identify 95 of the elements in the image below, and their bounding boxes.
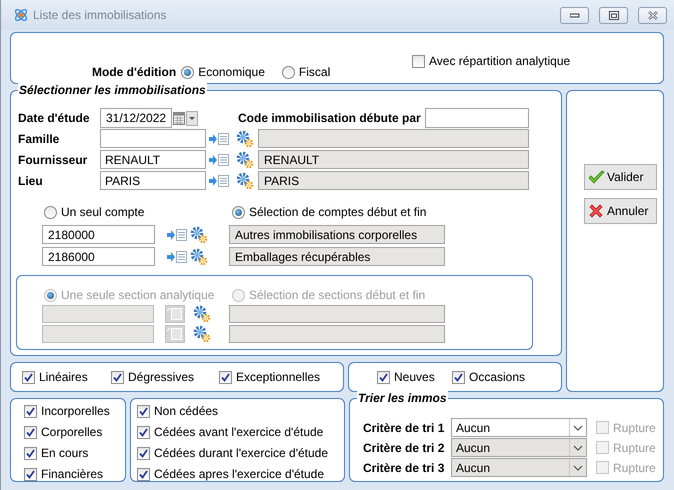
checkbox-label: Rupture: [613, 420, 656, 434]
arrow-list-icon: [208, 132, 230, 146]
field-label: Critère de tri 2: [363, 440, 446, 454]
field-label: Mode d'édition: [92, 65, 176, 79]
checkbox-label: Cédées avant l'exercice d'étude: [154, 425, 324, 439]
gear-icon: [236, 130, 254, 148]
checkbox[interactable]: [24, 426, 37, 438]
text-field[interactable]: [425, 108, 529, 128]
description-field: RENAULT: [258, 150, 529, 169]
validate-button[interactable]: Valider: [584, 164, 657, 190]
checkbox-label: Non cédées: [154, 404, 218, 418]
checkbox-label: Occasions: [469, 370, 526, 384]
group-title: Sélectionner les immobilisations: [18, 83, 207, 97]
calendar-dropdown-icon: [173, 110, 198, 126]
checkbox-label: Rupture: [613, 460, 656, 474]
date-field[interactable]: 31/12/2022: [100, 108, 172, 128]
field-label: Critère de tri 3: [363, 460, 446, 474]
radio-label: Sélection de sections début et fin: [249, 288, 426, 302]
check-icon: [587, 169, 605, 185]
text-field[interactable]: [42, 305, 154, 323]
checkbox[interactable]: [377, 370, 390, 384]
checkbox[interactable]: [219, 370, 232, 384]
maximize-button[interactable]: [599, 6, 628, 24]
checkbox[interactable]: [22, 370, 35, 384]
close-button[interactable]: [638, 6, 667, 24]
checkbox-label: Avec répartition analytique: [429, 54, 570, 68]
checkbox-label: Cédées durant l'exercice d'étude: [154, 446, 328, 460]
description-field: Autres immobilisations corporelles: [229, 225, 445, 244]
checkbox-label: Corporelles: [41, 425, 102, 439]
description-field: Emballages récupérables: [229, 247, 445, 266]
checkbox[interactable]: [24, 468, 37, 480]
checkbox[interactable]: [412, 54, 425, 68]
checkbox[interactable]: [137, 446, 150, 460]
checkbox[interactable]: [452, 370, 465, 384]
cancel-button[interactable]: Annuler: [584, 198, 657, 224]
text-field[interactable]: PARIS: [100, 171, 206, 190]
close-icon: [648, 10, 658, 20]
group-title: Trier les immos: [357, 391, 448, 405]
text-field[interactable]: [100, 129, 206, 148]
gear-icon: [236, 150, 254, 168]
field-label: Critère de tri 1: [363, 420, 446, 434]
field-label: Lieu: [18, 174, 44, 188]
text-field[interactable]: 2180000: [42, 225, 155, 244]
radio-label: Economique: [198, 65, 265, 79]
checkbox-label: Linéaires: [39, 370, 88, 384]
radio-button[interactable]: [181, 66, 194, 78]
gear-icon: [190, 248, 208, 266]
checkbox-label: En cours: [41, 446, 88, 460]
checkbox[interactable]: [111, 370, 124, 384]
text-field[interactable]: 2186000: [42, 247, 155, 266]
cross-icon: [587, 202, 605, 220]
field-label: Fournisseur: [18, 152, 88, 166]
caret-icon: [573, 464, 583, 470]
radio-button[interactable]: [232, 206, 245, 218]
text-field[interactable]: RENAULT: [100, 150, 206, 169]
checkbox-label: Financières: [41, 467, 104, 481]
radio-button[interactable]: [282, 66, 295, 78]
checkbox-label: Exceptionnelles: [236, 370, 320, 384]
arrow-list-icon: [166, 228, 188, 242]
checkbox[interactable]: [24, 404, 37, 418]
checkbox[interactable]: [137, 426, 150, 438]
gear-icon: [236, 172, 254, 190]
radio-label: Sélection de comptes début et fin: [249, 205, 426, 219]
checkbox-label: Cédées apres l'exercice d'étude: [154, 467, 324, 481]
checkbox-label: Incorporelles: [41, 404, 110, 418]
checkbox-label: Rupture: [613, 440, 656, 454]
radio-label: Un seul compte: [61, 205, 144, 219]
minimize-button[interactable]: [560, 6, 589, 24]
gear-icon: [193, 325, 211, 343]
field-label: Code immobilisation débute par: [238, 111, 422, 125]
window-title: Liste des immobilisations: [33, 8, 168, 22]
field-label: Famille: [18, 132, 60, 146]
radio-label: Fiscal: [298, 65, 330, 79]
text-field[interactable]: [42, 325, 154, 343]
dropdown[interactable]: Aucun: [451, 418, 587, 437]
gear-icon: [190, 226, 208, 244]
field-label: Date d'étude: [18, 111, 91, 125]
caret-icon: [573, 444, 583, 450]
radio-label: Une seule section analytique: [61, 288, 214, 302]
checkbox[interactable]: [24, 446, 37, 460]
checkbox-label: Dégressives: [128, 370, 194, 384]
caret-icon: [573, 424, 583, 430]
blank-button-icon: [165, 305, 185, 323]
radio-button[interactable]: [44, 206, 57, 218]
checkbox[interactable]: [137, 404, 150, 418]
checkbox[interactable]: [137, 468, 150, 480]
arrow-list-icon: [208, 152, 230, 166]
checkbox-label: Neuves: [394, 370, 435, 384]
gear-icon: [193, 305, 211, 323]
maximize-icon: [608, 10, 618, 20]
blank-button-icon: [165, 325, 185, 343]
arrow-list-icon: [208, 174, 230, 188]
app-logo-icon: [13, 7, 29, 23]
arrow-list-icon: [166, 250, 188, 264]
description-field: PARIS: [258, 171, 529, 190]
